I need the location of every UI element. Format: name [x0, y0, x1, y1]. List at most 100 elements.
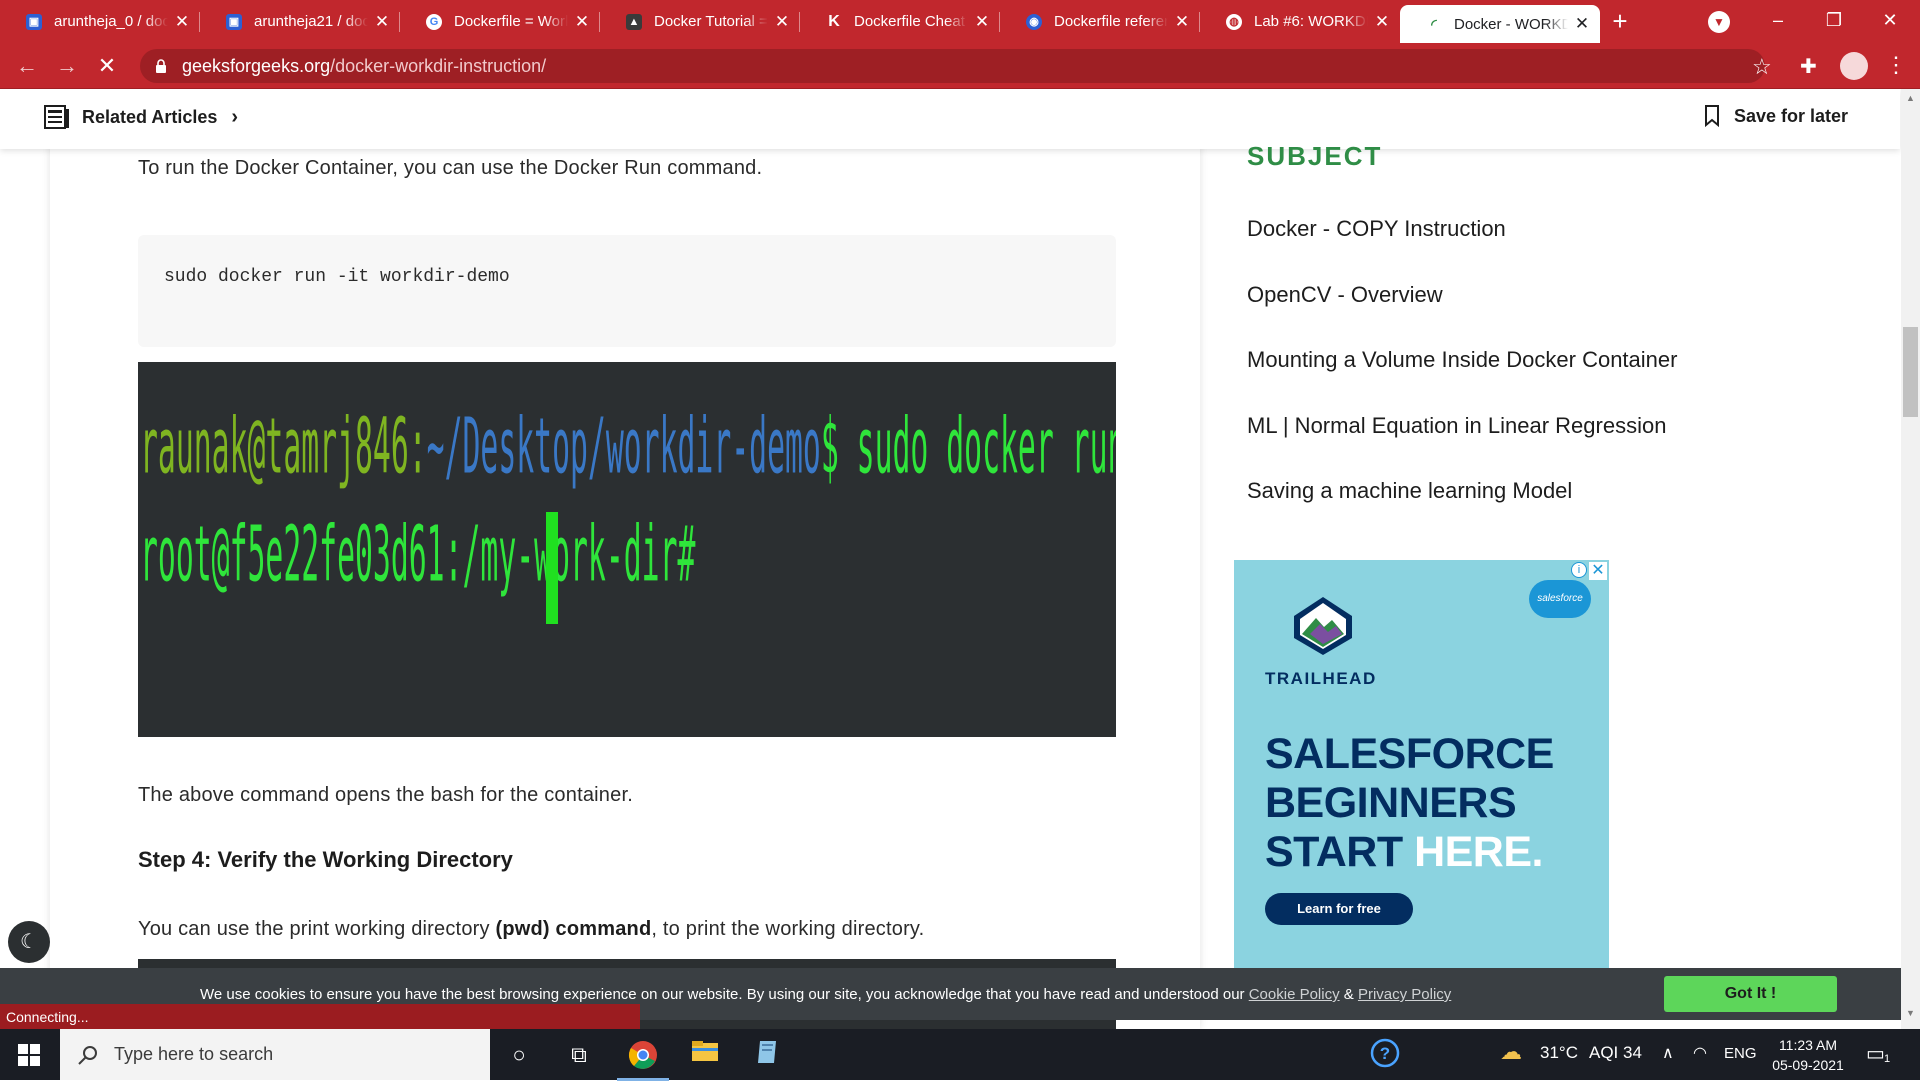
- ad-headline-line-2: BEGINNERS: [1265, 779, 1517, 827]
- bookmark-icon: [1704, 105, 1719, 127]
- clock-time: 11:23 AM: [1778, 1037, 1838, 1053]
- after-paragraph: The above command opens the bash for the…: [138, 784, 633, 806]
- close-tab-icon[interactable]: ✕: [174, 12, 190, 32]
- cookie-amp: &: [1339, 986, 1358, 1003]
- notepad-app-icon[interactable]: [751, 1039, 783, 1071]
- privacy-policy-link[interactable]: Privacy Policy: [1358, 986, 1451, 1003]
- forward-icon[interactable]: →: [55, 54, 79, 78]
- windows-start-icon[interactable]: [18, 1044, 40, 1066]
- file-explorer-icon[interactable]: [689, 1039, 721, 1071]
- status-bubble: Connecting...: [0, 1004, 640, 1029]
- tab-title: Dockerfile referen: [1054, 13, 1168, 30]
- extensions-icon[interactable]: ✚: [1800, 54, 1817, 79]
- back-icon[interactable]: ←: [15, 54, 39, 78]
- scroll-up-icon[interactable]: ▲: [1901, 93, 1920, 103]
- youtube-icon: ▲: [626, 13, 642, 30]
- k-icon: K: [828, 12, 840, 30]
- terminal-user: raunak@tamrj846:: [140, 402, 427, 492]
- cookie-accept-button[interactable]: Got It !: [1664, 976, 1837, 1012]
- close-tab-icon[interactable]: ✕: [1174, 12, 1190, 32]
- close-tab-icon[interactable]: ✕: [1574, 14, 1590, 34]
- tab-aruntheja21[interactable]: ▣ aruntheja21 / doc ✕: [200, 0, 400, 43]
- docker-hub-icon: ▣: [26, 13, 42, 30]
- globe-icon: ◍: [1226, 13, 1242, 30]
- sidebar-link-copy[interactable]: Docker - COPY Instruction: [1247, 216, 1506, 242]
- page-content: Related Articles › Save for later To run…: [0, 89, 1920, 1029]
- language-indicator[interactable]: ENG: [1724, 1045, 1757, 1062]
- menu-icon[interactable]: ⋮: [1885, 52, 1907, 78]
- scroll-down-icon[interactable]: ▼: [1901, 1008, 1920, 1018]
- tab-title: aruntheja_0 / doc: [54, 13, 168, 30]
- docker-hub-icon: ▣: [226, 13, 242, 30]
- tab-title: Dockerfile = Work: [454, 13, 568, 30]
- code-block: sudo docker run -it workdir-demo: [138, 235, 1116, 347]
- sidebar-link-normal-equation[interactable]: ML | Normal Equation in Linear Regressio…: [1247, 413, 1666, 439]
- weather-icon[interactable]: ☁: [1500, 1039, 1522, 1065]
- tab-dockerfile-reference[interactable]: ◉ Dockerfile referen ✕: [1000, 0, 1200, 43]
- save-for-later-label: Save for later: [1733, 105, 1848, 126]
- show-hidden-icons-icon[interactable]: ∧: [1662, 1043, 1674, 1063]
- notification-center-icon[interactable]: ▭: [1866, 1041, 1885, 1066]
- tab-title: Docker Tutorial =: [654, 13, 768, 30]
- tab-dockerfile-cheat[interactable]: K Dockerfile Cheat S ✕: [800, 0, 1000, 43]
- wifi-icon[interactable]: ◠: [1693, 1043, 1707, 1063]
- help-icon[interactable]: ?: [1369, 1038, 1401, 1070]
- browser-toolbar: ← → ✕ geeksforgeeks.org/docker-workdir-i…: [0, 43, 1920, 89]
- weather-aqi[interactable]: AQI 34: [1589, 1043, 1642, 1063]
- restore-icon[interactable]: ❐: [1804, 0, 1864, 43]
- salesforce-ad[interactable]: i ✕ salesforce TRAILHEAD SALESFORCE BEGI…: [1234, 560, 1609, 980]
- tab-aruntheja-0[interactable]: ▣ aruntheja_0 / doc ✕: [0, 0, 200, 43]
- tab-lab6[interactable]: ◍ Lab #6: WORKDIR ✕: [1200, 0, 1400, 43]
- close-tab-icon[interactable]: ✕: [374, 12, 390, 32]
- sidebar-link-opencv[interactable]: OpenCV - Overview: [1247, 282, 1443, 308]
- close-window-icon[interactable]: ✕: [1860, 0, 1920, 43]
- windows-taskbar: Type here to search ○ ⧉ ? ☁ 31°C AQI 34 …: [0, 1029, 1920, 1081]
- save-for-later-button[interactable]: Save for later: [1704, 105, 1848, 127]
- chevron-right-icon: ›: [231, 105, 239, 128]
- avatar[interactable]: [1840, 52, 1868, 80]
- google-icon: G: [426, 13, 442, 30]
- pwd-text-before: You can use the print working directory: [138, 918, 496, 940]
- taskbar-search[interactable]: Type here to search: [60, 1029, 490, 1080]
- url-path: /docker-workdir-instruction/: [330, 55, 547, 76]
- tab-title: Dockerfile Cheat S: [854, 13, 968, 30]
- weather-temp[interactable]: 31°C: [1540, 1043, 1578, 1063]
- sidebar-link-volume[interactable]: Mounting a Volume Inside Docker Containe…: [1247, 347, 1677, 373]
- ad-headline-here: HERE.: [1414, 828, 1543, 876]
- chrome-icon[interactable]: [617, 1039, 669, 1081]
- taskbar-clock[interactable]: 11:23 AM 05-09-2021: [1763, 1035, 1853, 1075]
- close-tab-icon[interactable]: ✕: [774, 12, 790, 32]
- stop-loading-icon[interactable]: ✕: [95, 54, 119, 78]
- bookmark-star-icon[interactable]: ☆: [1752, 54, 1772, 80]
- address-bar[interactable]: geeksforgeeks.org/docker-workdir-instruc…: [140, 49, 1765, 83]
- ad-cta-button[interactable]: Learn for free: [1265, 893, 1413, 925]
- page-scrollbar[interactable]: ▲: [1901, 89, 1920, 1029]
- cortana-icon[interactable]: ○: [503, 1039, 535, 1071]
- tab-docker-workdir-active[interactable]: ◜ Docker - WORKDI ✕: [1400, 5, 1600, 43]
- scrollbar-thumb[interactable]: [1903, 327, 1918, 417]
- pwd-text-after: , to print the working directory.: [651, 918, 925, 940]
- close-tab-icon[interactable]: ✕: [1374, 12, 1390, 32]
- terminal-path: ~/Desktop/workdir-demo: [426, 402, 821, 492]
- related-articles-button[interactable]: Related Articles ›: [44, 105, 238, 129]
- task-view-icon[interactable]: ⧉: [563, 1039, 595, 1071]
- salesforce-logo: salesforce: [1529, 580, 1591, 618]
- close-tab-icon[interactable]: ✕: [974, 12, 990, 32]
- related-articles-label: Related Articles: [82, 106, 218, 127]
- tab-dockerfile-workdir[interactable]: G Dockerfile = Work ✕: [400, 0, 600, 43]
- tab-search-icon[interactable]: ▼: [1708, 11, 1730, 33]
- tab-docker-tutorial[interactable]: ▲ Docker Tutorial = ✕: [600, 0, 800, 43]
- cookie-message: We use cookies to ensure you have the be…: [200, 986, 1451, 1003]
- loading-icon: ◜: [1431, 15, 1437, 32]
- new-tab-button[interactable]: +: [1600, 6, 1640, 37]
- tab-strip: ▣ aruntheja_0 / doc ✕ ▣ aruntheja21 / do…: [0, 0, 1920, 43]
- minimize-icon[interactable]: –: [1748, 0, 1808, 43]
- sidebar-link-save-model[interactable]: Saving a machine learning Model: [1247, 478, 1572, 504]
- cookie-policy-link[interactable]: Cookie Policy: [1249, 986, 1340, 1003]
- ad-choices-icon[interactable]: i: [1571, 562, 1587, 578]
- pwd-text-bold: (pwd) command: [495, 918, 652, 940]
- close-tab-icon[interactable]: ✕: [574, 12, 590, 32]
- dark-mode-toggle[interactable]: ☾: [8, 921, 50, 963]
- lock-icon: [156, 59, 166, 73]
- ad-close-icon[interactable]: ✕: [1589, 562, 1607, 580]
